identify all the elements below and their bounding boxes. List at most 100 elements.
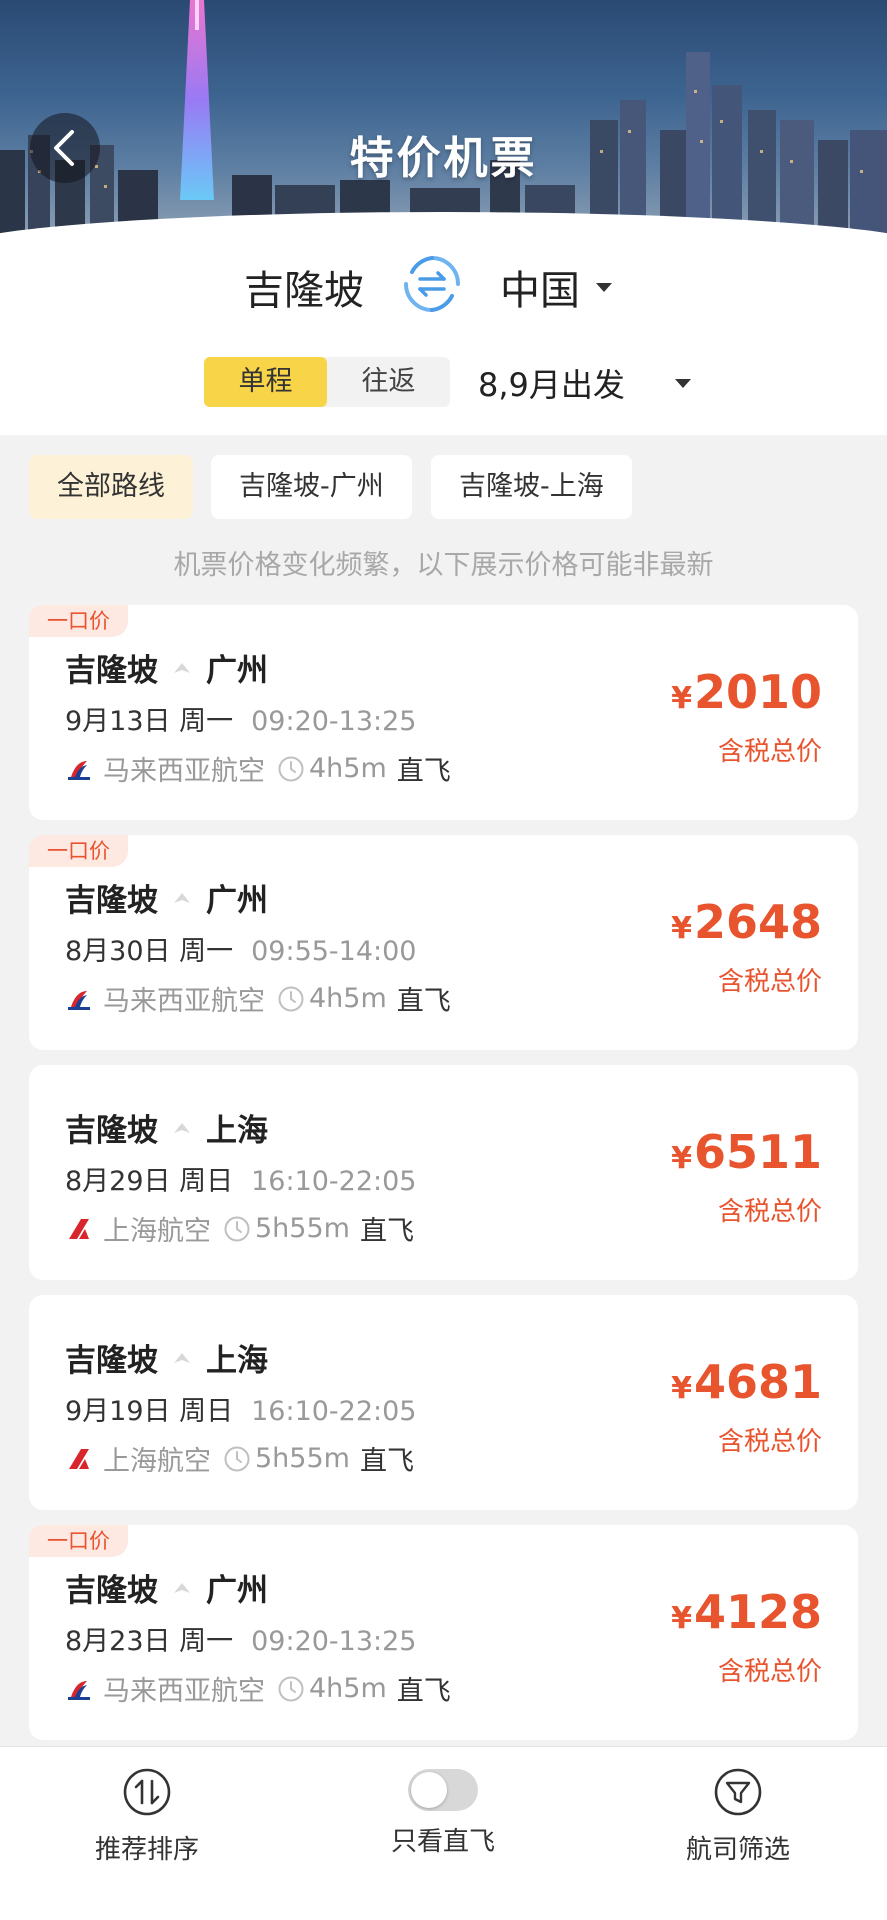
plane-icon [174, 892, 190, 903]
plane-icon [174, 1122, 190, 1133]
route-origin: 吉隆坡 [65, 883, 158, 919]
route-destination: 广州 [206, 883, 268, 919]
plane-icon [174, 1352, 190, 1363]
route-destination: 广州 [206, 653, 268, 689]
city-skyline-image [0, 0, 887, 240]
flight-date: 8月29日 周日 [65, 1166, 234, 1197]
flight-meta: 上海航空 5h55m 直飞 [65, 1209, 414, 1248]
route-origin: 吉隆坡 [65, 1113, 158, 1149]
direct-only-switch[interactable] [408, 1769, 478, 1811]
sort-icon [123, 1768, 171, 1816]
swap-cities-button[interactable] [402, 254, 462, 314]
swap-arrows-icon [404, 256, 460, 312]
currency-symbol: ¥ [671, 681, 692, 716]
airline-filter-button[interactable]: 航司筛选 [638, 1767, 838, 1866]
direct-only-label: 只看直飞 [390, 1827, 495, 1857]
flight-duration: 4h5m [309, 1673, 387, 1704]
flight-route: 吉隆坡 广州 [65, 875, 268, 920]
flight-card[interactable]: 吉隆坡 上海 8月29日 周日 16:10-22:05 上海航空 5h55m 直飞… [29, 1065, 858, 1280]
flight-price: ¥4128 [671, 1585, 822, 1639]
flight-datetime: 8月29日 周日 16:10-22:05 [65, 1159, 417, 1198]
airline-name: 马来西亚航空 [103, 756, 265, 787]
clock-icon [224, 1446, 250, 1471]
filter-kl-shanghai[interactable]: 吉隆坡-上海 [431, 455, 632, 519]
destination-city: 中国 [500, 268, 580, 314]
flight-date: 9月19日 周日 [65, 1396, 234, 1427]
clock-icon [278, 986, 304, 1011]
route-origin: 吉隆坡 [65, 1343, 158, 1379]
price-value: 4681 [693, 1355, 822, 1409]
price-note: 含税总价 [717, 1427, 822, 1457]
tab-one-way[interactable]: 单程 [204, 357, 327, 407]
flight-card[interactable]: 一口价 吉隆坡 广州 8月23日 周一 09:20-13:25 马来西亚航空 4h… [29, 1525, 858, 1740]
airline-name: 上海航空 [103, 1216, 211, 1247]
price-value: 2010 [693, 665, 822, 719]
flight-route: 吉隆坡 上海 [65, 1105, 268, 1150]
filter-all-routes[interactable]: 全部路线 [29, 455, 193, 519]
price-value: 2648 [693, 895, 822, 949]
caret-down-icon [674, 378, 691, 388]
destination-selector[interactable]: 中国 [500, 258, 612, 316]
airline-logo-icon [65, 755, 93, 783]
flight-datetime: 9月19日 周日 16:10-22:05 [65, 1389, 417, 1428]
currency-symbol: ¥ [671, 1141, 692, 1176]
departure-month-selector[interactable]: 8,9月出发 [478, 360, 691, 406]
flight-card[interactable]: 一口价 吉隆坡 广州 9月13日 周一 09:20-13:25 马来西亚航空 4h… [29, 605, 858, 820]
flight-date: 8月23日 周一 [65, 1626, 234, 1657]
sort-label: 推荐排序 [94, 1835, 199, 1865]
flight-time: 09:20-13:25 [251, 1626, 417, 1657]
flight-route: 吉隆坡 广州 [65, 1565, 268, 1610]
filter-kl-guangzhou[interactable]: 吉隆坡-广州 [211, 455, 412, 519]
flight-meta: 马来西亚航空 4h5m 直飞 [65, 979, 451, 1018]
price-note: 含税总价 [717, 967, 822, 997]
route-destination: 广州 [206, 1573, 268, 1609]
price-note: 含税总价 [717, 1657, 822, 1687]
fixed-price-badge: 一口价 [29, 1525, 128, 1557]
departure-month-label: 8,9月出发 [478, 366, 625, 404]
flight-date: 9月13日 周一 [65, 706, 234, 737]
flight-price: ¥2648 [671, 895, 822, 949]
flight-meta: 马来西亚航空 4h5m 直飞 [65, 749, 451, 788]
plane-icon [174, 662, 190, 673]
direct-only-toggle[interactable]: 只看直飞 [343, 1767, 543, 1858]
airline-filter-label: 航司筛选 [685, 1835, 790, 1865]
airline-name: 上海航空 [103, 1446, 211, 1477]
currency-symbol: ¥ [671, 1371, 692, 1406]
price-value: 4128 [693, 1585, 822, 1639]
flight-time: 09:55-14:00 [251, 936, 417, 967]
route-origin: 吉隆坡 [65, 1573, 158, 1609]
airline-logo-icon [65, 1215, 93, 1243]
airline-logo-icon [65, 985, 93, 1013]
fixed-price-badge: 一口价 [29, 835, 128, 867]
flight-type: 直飞 [396, 756, 451, 787]
sort-button[interactable]: 推荐排序 [47, 1767, 247, 1866]
airline-name: 马来西亚航空 [103, 1676, 265, 1707]
departure-city[interactable]: 吉隆坡 [244, 258, 364, 316]
flight-duration: 4h5m [309, 983, 387, 1014]
flight-duration: 4h5m [309, 753, 387, 784]
flight-price: ¥4681 [671, 1355, 822, 1409]
route-destination: 上海 [206, 1113, 268, 1149]
currency-symbol: ¥ [671, 911, 692, 946]
flight-datetime: 9月13日 周一 09:20-13:25 [65, 699, 417, 738]
plane-icon [174, 1582, 190, 1593]
flight-type: 直飞 [359, 1446, 414, 1477]
flight-duration: 5h55m [255, 1443, 350, 1474]
flight-time: 09:20-13:25 [251, 706, 417, 737]
switch-knob [411, 1772, 447, 1808]
flight-card[interactable]: 一口价 吉隆坡 广州 8月30日 周一 09:55-14:00 马来西亚航空 4h… [29, 835, 858, 1050]
route-destination: 上海 [206, 1343, 268, 1379]
flight-type: 直飞 [359, 1216, 414, 1247]
price-value: 6511 [693, 1125, 822, 1179]
tab-round-trip[interactable]: 往返 [327, 357, 450, 407]
hero-banner: 特价机票 [0, 0, 887, 240]
flight-card[interactable]: 吉隆坡 上海 9月19日 周日 16:10-22:05 上海航空 5h55m 直飞… [29, 1295, 858, 1510]
flight-type: 直飞 [396, 1676, 451, 1707]
flight-datetime: 8月23日 周一 09:20-13:25 [65, 1619, 417, 1658]
filter-icon [714, 1768, 762, 1816]
flight-price: ¥6511 [671, 1125, 822, 1179]
clock-icon [224, 1216, 250, 1241]
caret-down-icon [596, 282, 612, 292]
route-origin: 吉隆坡 [65, 653, 158, 689]
flight-meta: 马来西亚航空 4h5m 直飞 [65, 1669, 451, 1708]
